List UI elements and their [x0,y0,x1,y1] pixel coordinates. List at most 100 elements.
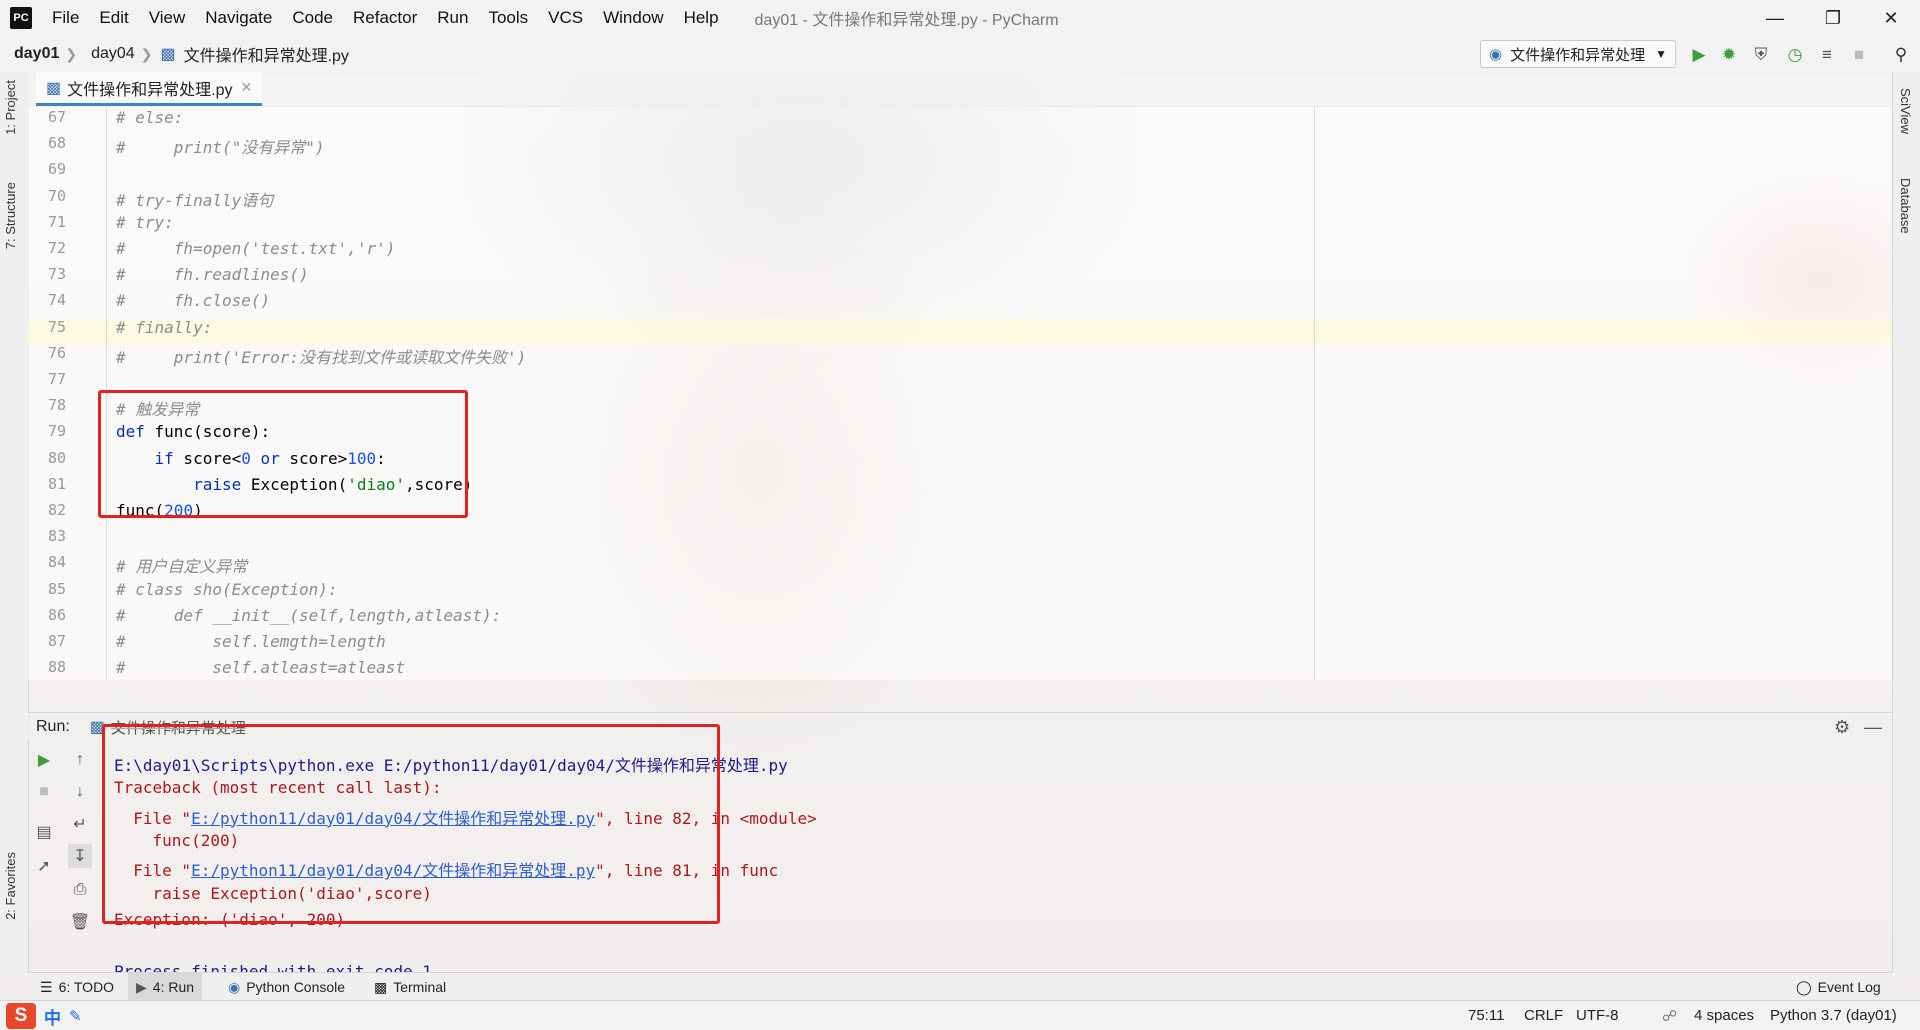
stop-icon[interactable]: ■ [1848,44,1870,66]
code-line[interactable]: # try-finally语句 [116,187,273,211]
debug-icon[interactable]: ✹ [1718,44,1740,66]
code-line[interactable]: # self.atleast=atleast [116,658,405,677]
minimize-icon[interactable]: — [1752,0,1798,36]
code-line[interactable]: # fh=open('test.txt','r') [116,239,395,258]
right-margin-guide [1314,106,1315,680]
code-line[interactable]: # finally: [116,318,212,337]
restore-icon[interactable]: ❐ [1810,0,1856,36]
menu-vcs[interactable]: VCS [538,8,593,28]
line-number: 82 [47,501,66,519]
code-line[interactable]: # try: [116,213,174,232]
code-line[interactable]: # self.lemgth=length [116,632,386,651]
arrow-down-icon[interactable]: ↓ [68,780,92,804]
code-line[interactable]: # else: [116,108,183,127]
line-number-gutter: 67 68 69 70 71 72 73 74 75 76 77 78 79 80 81 82 83 84 85 86… [28,106,107,680]
line-number: 74 [47,291,66,310]
indent-setting[interactable]: 4 spaces [1694,1007,1754,1024]
status-bar: S 中 ✎ 75:11 CRLF UTF-8 ☍ 4 spaces Python… [0,1000,1920,1030]
event-log-tab[interactable]: ◯ Event Log [1788,973,1889,1001]
search-icon[interactable]: ⚲ [1890,44,1912,66]
menu-code[interactable]: Code [282,8,343,28]
breadcrumb-file[interactable]: 文件操作和异常处理.py [182,42,355,66]
editor-tab-label: 文件操作和异常处理.py [67,81,233,99]
settings-gear-icon[interactable]: ⚙ [1834,717,1850,738]
right-tool-strip: SciView Database [1892,72,1920,972]
structure-tool-tab[interactable]: 7: Structure [3,182,18,249]
menu-navigate[interactable]: Navigate [195,8,282,28]
concurrency-icon[interactable]: ≡ [1816,44,1838,66]
caret-position[interactable]: 75:11 [1468,1007,1504,1024]
editor-tab-bar: ▩ 文件操作和异常处理.py ✕ [28,72,1892,107]
line-number: 77 [47,370,66,388]
menu-edit[interactable]: Edit [89,8,138,28]
menu-run[interactable]: Run [427,8,478,28]
navigation-bar: day01 ❯ day04 ❯ ▩ 文件操作和异常处理.py ◉ 文件操作和异常… [0,36,1920,73]
menu-help[interactable]: Help [674,8,729,28]
code-editor[interactable]: 67 68 69 70 71 72 73 74 75 76 77 78 79 80 81 82 83 84 85 86… [28,106,1892,680]
lock-icon[interactable]: ☍ [1662,1007,1677,1025]
arrow-up-icon[interactable]: ↑ [68,748,92,772]
menu-window[interactable]: Window [593,8,673,28]
line-number: 86 [47,605,66,624]
highlight-box-code [98,390,468,518]
project-tool-tab[interactable]: 1: Project [3,80,18,135]
database-tool-tab[interactable]: Database [1898,178,1913,234]
python-icon: ◉ [1489,46,1503,63]
code-line[interactable]: # class sho(Exception): [116,580,338,599]
python-icon: ◉ [228,978,241,995]
close-icon[interactable]: ✕ [1868,0,1914,36]
line-number: 78 [47,396,66,415]
close-tab-icon[interactable]: ✕ [240,79,252,96]
line-number: 85 [47,579,66,598]
run-panel-label: Run: [36,718,70,735]
python-file-icon: ▩ [160,46,176,63]
code-line[interactable]: # 用户自定义异常 [116,553,247,577]
menu-refactor[interactable]: Refactor [343,8,427,28]
python-console-tab[interactable]: ◉ Python Console [220,973,353,1001]
line-number: 69 [47,160,66,179]
coverage-icon[interactable]: ⛨ [1750,44,1772,66]
line-number: 75 [47,317,66,336]
chevron-right-icon: ❯ [140,45,153,62]
line-number: 73 [47,265,66,284]
code-line[interactable]: # fh.readlines() [116,265,309,284]
console-output[interactable]: E:\day01\Scripts\python.exe E:/python11/… [102,724,1888,981]
run-icon[interactable]: ▶ [1688,44,1710,66]
code-line[interactable]: # fh.close() [116,291,270,310]
sciview-tool-tab[interactable]: SciView [1898,88,1913,134]
todo-tab[interactable]: ☰ 6: TODO [32,973,122,1001]
left-tool-strip: 1: Project 7: Structure 2: Favorites [0,72,29,972]
run-tab-button[interactable]: ▶ 4: Run [128,973,203,1001]
event-log-icon: ◯ [1796,978,1812,995]
favorites-tool-tab[interactable]: 2: Favorites [3,852,18,920]
terminal-tab[interactable]: ▩ Terminal [366,973,454,1001]
editor-tab-active[interactable]: ▩ 文件操作和异常处理.py ✕ [36,72,263,106]
python-interpreter[interactable]: Python 3.7 (day01) [1770,1007,1897,1024]
title-bar: PC File Edit View Navigate Code Refactor… [0,0,1920,36]
stop-icon[interactable]: ■ [32,780,56,804]
hide-panel-icon[interactable]: — [1864,717,1882,738]
code-line[interactable]: # def __init__(self,length,atleast): [116,606,501,625]
breadcrumb-folder[interactable]: day04 [77,45,141,63]
input-method-indicator[interactable]: S 中 ✎ [6,1003,82,1029]
scroll-to-end-icon[interactable]: ↧ [68,844,92,868]
pin-icon[interactable]: ➚ [32,854,56,878]
breadcrumb-project[interactable]: day01 [0,45,65,63]
run-toolbar: ▶ ■ ▤ ➚ ↑ ↓ ↵ ↧ ⎙ 🗑 [28,740,92,972]
file-encoding[interactable]: UTF-8 [1576,1007,1619,1024]
menu-view[interactable]: View [139,8,196,28]
soft-wrap-icon[interactable]: ↵ [68,812,92,836]
run-configuration-select[interactable]: ◉ 文件操作和异常处理 ▼ [1480,40,1676,68]
line-number: 79 [47,422,66,441]
code-line[interactable]: # print("没有异常") [116,134,325,158]
code-line[interactable]: # print('Error:没有找到文件或读取文件失败') [116,344,526,368]
line-separator[interactable]: CRLF [1524,1007,1563,1024]
menu-file[interactable]: File [42,8,89,28]
pen-icon: ✎ [69,1008,82,1025]
restore-layout-icon[interactable]: ▤ [32,820,56,844]
rerun-icon[interactable]: ▶ [32,748,56,772]
profile-icon[interactable]: ◷ [1784,44,1806,66]
print-icon[interactable]: ⎙ [68,878,92,902]
menu-tools[interactable]: Tools [478,8,538,28]
trash-icon[interactable]: 🗑 [68,910,92,934]
